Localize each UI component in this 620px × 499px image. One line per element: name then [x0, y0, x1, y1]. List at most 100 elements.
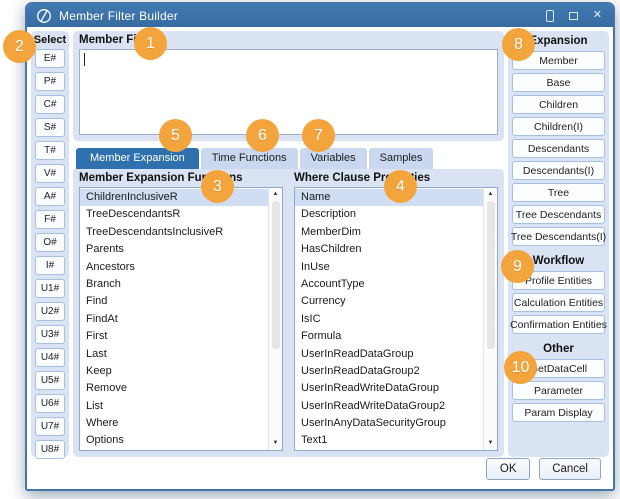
scroll-up-icon[interactable]: ▲: [488, 190, 494, 199]
list-item[interactable]: Text1: [295, 432, 483, 449]
member-filter-input[interactable]: [79, 49, 498, 135]
annotation-callout: 3: [201, 170, 234, 203]
dimension-token-button[interactable]: E#: [35, 49, 65, 68]
other-button[interactable]: Parameter: [512, 381, 605, 400]
list-item[interactable]: TreeDescendantsInclusiveR: [80, 224, 268, 241]
scrollbar-thumb[interactable]: [487, 201, 495, 349]
workflow-button[interactable]: Calculation Entities: [512, 293, 605, 312]
list-item[interactable]: Where: [80, 415, 268, 432]
list-item[interactable]: AccountType: [295, 276, 483, 293]
dimension-token-button[interactable]: U4#: [35, 348, 65, 367]
screenshot-stage: Member Filter Builder ✕ Select E# P# C# S# T…: [0, 0, 620, 499]
scroll-up-icon[interactable]: ▲: [273, 190, 279, 199]
tab[interactable]: Samples: [369, 148, 434, 169]
list-item[interactable]: TreeDescendantsR: [80, 206, 268, 223]
list-item[interactable]: Branch: [80, 276, 268, 293]
list-item[interactable]: UserInAnyDataSecurityGroup: [295, 415, 483, 432]
list-item[interactable]: Currency: [295, 293, 483, 310]
dimension-token-button[interactable]: S#: [35, 118, 65, 137]
expansion-panel: Expansion MemberBaseChildrenChildren(I)D…: [508, 31, 609, 457]
select-panel-header: Select: [34, 33, 66, 48]
list-item[interactable]: ChildrenInclusiveR: [80, 189, 268, 206]
list-item[interactable]: UserInReadDataGroup: [295, 346, 483, 363]
expansion-button[interactable]: Descendants: [512, 139, 605, 158]
list-item[interactable]: Options: [80, 432, 268, 449]
dialog-footer: OK Cancel: [31, 457, 609, 489]
dimension-token-button[interactable]: U1#: [35, 279, 65, 298]
list-item[interactable]: FindAt: [80, 311, 268, 328]
dimension-token-button[interactable]: U6#: [35, 394, 65, 413]
scrollbar-thumb[interactable]: [272, 201, 280, 349]
dimension-token-button[interactable]: C#: [35, 95, 65, 114]
expansion-button[interactable]: Base: [512, 73, 605, 92]
properties-list: NameDescriptionMemberDimHasChildrenInUse…: [295, 188, 483, 450]
list-item[interactable]: UserInReadWriteDataGroup: [295, 380, 483, 397]
other-button[interactable]: Param Display: [512, 403, 605, 422]
list-item[interactable]: First: [80, 328, 268, 345]
expansion-button[interactable]: Tree: [512, 183, 605, 202]
expansion-button[interactable]: Tree Descendants(I): [512, 227, 605, 246]
list-item[interactable]: Last: [80, 346, 268, 363]
expansion-button-list: MemberBaseChildrenChildren(I)Descendants…: [512, 51, 605, 246]
list-item[interactable]: HasChildren: [295, 241, 483, 258]
annotation-callout: 8: [502, 28, 535, 61]
list-item[interactable]: Formula: [295, 328, 483, 345]
select-panel: Select E# P# C# S# T# V# A# F# O# I# U1# U2# U3# U4# U…: [31, 31, 69, 457]
dimension-token-button[interactable]: U7#: [35, 417, 65, 436]
dimension-token-button[interactable]: U2#: [35, 302, 65, 321]
list-item[interactable]: Keep: [80, 363, 268, 380]
dimension-token-button[interactable]: A#: [35, 187, 65, 206]
close-icon[interactable]: ✕: [593, 10, 602, 21]
list-item[interactable]: IsIC: [295, 311, 483, 328]
list-item[interactable]: Description: [295, 206, 483, 223]
list-item[interactable]: List: [80, 398, 268, 415]
annotation-callout: 10: [504, 351, 537, 384]
maximize-icon[interactable]: [569, 12, 578, 20]
expansion-button[interactable]: Descendants(I): [512, 161, 605, 180]
list-item[interactable]: UserInReadDataGroup2: [295, 363, 483, 380]
list-item[interactable]: InUse: [295, 259, 483, 276]
properties-scrollbar[interactable]: ▲ ▼: [483, 188, 497, 450]
window-controls: ✕: [546, 10, 604, 22]
functions-scrollbar[interactable]: ▲ ▼: [268, 188, 282, 450]
list-item[interactable]: Parents: [80, 241, 268, 258]
annotation-callout: 7: [302, 119, 335, 152]
scroll-down-icon[interactable]: ▼: [488, 439, 494, 448]
list-item[interactable]: Remove: [80, 380, 268, 397]
dimension-token-button[interactable]: T#: [35, 141, 65, 160]
functions-column: Member Expansion Functions ChildrenInclu…: [79, 172, 283, 451]
member-filter-builder-dialog: Member Filter Builder ✕ Select E# P# C# S# T…: [25, 2, 615, 491]
properties-column: Where Clause Properties NameDescriptionM…: [294, 172, 498, 451]
expansion-button[interactable]: Children: [512, 95, 605, 114]
dimension-token-button[interactable]: O#: [35, 233, 65, 252]
dimension-token-button[interactable]: I#: [35, 256, 65, 275]
onestream-logo-icon: [36, 8, 52, 24]
tab-row: Member ExpansionTime FunctionsVariablesS…: [73, 148, 504, 169]
tab[interactable]: Time Functions: [201, 148, 298, 169]
dimension-token-button[interactable]: U3#: [35, 325, 65, 344]
tab-content-panel: Member Expansion Functions ChildrenInclu…: [73, 169, 504, 457]
annotation-callout: 4: [384, 170, 417, 203]
select-button-list: E# P# C# S# T# V# A# F# O# I# U1# U2# U3# U4# U5# U6# U7…: [35, 49, 65, 459]
cancel-button[interactable]: Cancel: [539, 458, 601, 480]
list-item[interactable]: Find: [80, 293, 268, 310]
dimension-token-button[interactable]: P#: [35, 72, 65, 91]
dimension-token-button[interactable]: V#: [35, 164, 65, 183]
titlebar[interactable]: Member Filter Builder ✕: [27, 4, 613, 27]
dimension-token-button[interactable]: F#: [35, 210, 65, 229]
ok-button[interactable]: OK: [486, 458, 530, 480]
list-item[interactable]: MemberDim: [295, 224, 483, 241]
tab[interactable]: Variables: [300, 148, 367, 169]
scroll-down-icon[interactable]: ▼: [273, 439, 279, 448]
functions-header: Member Expansion Functions: [79, 172, 283, 184]
functions-list: ChildrenInclusiveRTreeDescendantsRTreeDe…: [80, 188, 268, 450]
expansion-button[interactable]: Children(I): [512, 117, 605, 136]
dimension-token-button[interactable]: U5#: [35, 371, 65, 390]
pin-icon[interactable]: [546, 10, 554, 22]
list-item[interactable]: Ancestors: [80, 259, 268, 276]
expansion-button[interactable]: Tree Descendants: [512, 205, 605, 224]
annotation-callout: 2: [3, 30, 36, 63]
workflow-button[interactable]: Confirmation Entities: [512, 315, 605, 334]
list-item[interactable]: UserInReadWriteDataGroup2: [295, 398, 483, 415]
properties-listbox: NameDescriptionMemberDimHasChildrenInUse…: [294, 187, 498, 451]
